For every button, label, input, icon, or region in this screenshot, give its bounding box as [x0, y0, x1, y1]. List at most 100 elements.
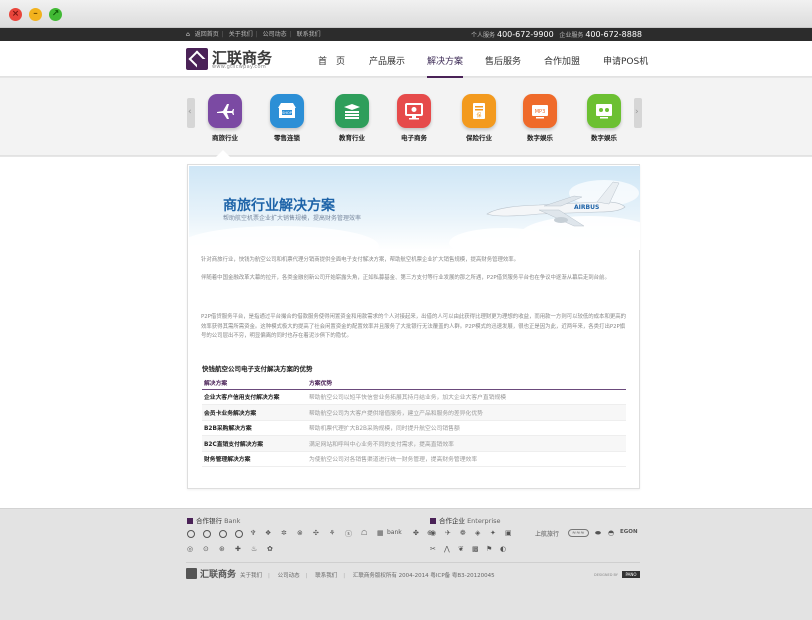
category-ecommerce[interactable]: 电子商务 [393, 94, 435, 142]
chevron-left-icon: ‹ [188, 107, 192, 117]
bank-logo-icon[interactable]: ⚘ [329, 529, 335, 537]
svg-text:保: 保 [476, 112, 481, 119]
category-next-button[interactable]: › [634, 98, 642, 128]
media-icon: MP3 [523, 94, 557, 128]
heading-marker-icon [430, 518, 436, 524]
footer-logo-text[interactable]: 汇联商务 [200, 567, 236, 580]
bank-logo-icon[interactable] [219, 530, 227, 538]
partner-logo-icon[interactable]: ⋀ [444, 545, 450, 553]
category-prev-button[interactable]: ‹ [187, 98, 195, 128]
category-digital-entertainment-2[interactable]: 数字娱乐 [583, 94, 625, 142]
nav-solutions[interactable]: 解决方案 [427, 54, 464, 78]
banks-heading: 合作银行 Bank [187, 515, 240, 525]
category-label: 电子商务 [401, 134, 427, 142]
game-icon [587, 94, 621, 128]
bank-logo-icon[interactable]: bank [387, 529, 402, 536]
bank-logo-icon[interactable] [235, 530, 243, 538]
top-link-contact[interactable]: 联系我们 [297, 31, 321, 38]
partner-logo-icon[interactable]: ⚑ [486, 545, 492, 553]
minimize-window-button[interactable]: – [29, 8, 42, 21]
bank-logo-icon[interactable]: ♨ [251, 545, 257, 553]
bank-logo-icon[interactable]: ▦ [377, 529, 384, 537]
bank-logo-icon[interactable]: ❖ [265, 529, 271, 537]
partner-logo-icon[interactable]: ❦ [458, 545, 464, 553]
bank-logo-icon[interactable]: ⊛ [219, 545, 225, 553]
partner-logo-icon[interactable]: ◉ [430, 529, 436, 537]
bank-logo-icon[interactable]: ♆ [250, 529, 256, 537]
category-education[interactable]: 教育行业 [331, 94, 373, 142]
bank-logo-icon[interactable]: ✚ [235, 545, 241, 553]
partner-logo-icon[interactable]: ▣ [505, 529, 512, 537]
partner-logo-icon[interactable]: ✈ [445, 529, 451, 537]
partner-logo-icon[interactable]: ✂ [430, 545, 436, 553]
intro-paragraph: 针对商旅行业，快钱为航空公司和机票代理分销商提供全面电子支付解决方案，帮助航空机… [201, 257, 520, 263]
nav-home[interactable]: 首 页 [318, 54, 345, 67]
partner-logo-shanghang[interactable]: 上航旅行 [535, 529, 559, 538]
partner-logo-icon[interactable]: ≈≈≈ [568, 529, 589, 537]
category-label: 数字娱乐 [591, 134, 617, 142]
footer-link-about[interactable]: 关于我们 [240, 573, 262, 579]
bank-logo-icon[interactable]: ☖ [361, 529, 367, 537]
footer-logo-icon [186, 568, 197, 579]
partner-logo-icon[interactable]: ◈ [475, 529, 480, 537]
phone2-number: 400-672-8888 [585, 30, 642, 39]
partner-logo-icon[interactable]: ❁ [460, 529, 466, 537]
designed-by-label: DESIGNED BY [594, 573, 618, 577]
bank-logo-icon[interactable] [187, 530, 195, 538]
nav-products[interactable]: 产品展示 [369, 54, 405, 67]
bank-logo-icon[interactable]: ◎ [187, 545, 193, 553]
top-link-home[interactable]: 返回首页 [195, 31, 219, 38]
footer-copyright: 汇联商务版权所有 2004-2014 粤ICP备 粤B3-20120045 [352, 573, 495, 579]
category-insurance[interactable]: 保 保险行业 [458, 94, 500, 142]
home-icon: ⌂ [186, 31, 190, 38]
partner-logo-icon[interactable]: ◓ [608, 529, 614, 537]
partner-logo-icon[interactable]: ▩ [472, 545, 479, 553]
phone2-label: 企业服务 [559, 32, 584, 39]
phone1-number: 400-672-9900 [496, 30, 554, 39]
table-header-solution: 解决方案 [202, 377, 307, 390]
table-row: 财务管理解决方案 为使航空公司对各销售渠道进行统一财务管理，提高财务管理效率 [202, 451, 626, 467]
book-icon [335, 94, 369, 128]
window-titlebar: × – ↗ [0, 0, 812, 28]
bank-logo-icon[interactable]: ⓢ [345, 529, 352, 539]
p2p-paragraph: P2P借贷服务平台，是指通过平台撮合的借款服务使得闲置资金和用款需求的个人对接起… [201, 314, 627, 339]
banner-subtitle: 帮助航空机票企业扩大销售规模，提高财务管理效率 [223, 215, 362, 222]
category-label: 保险行业 [466, 134, 492, 142]
table-row: 会员卡业务解决方案 帮助航空公司为大客户提供增值服务，建立产品和服务的差异化优势 [202, 404, 626, 421]
designer-badge[interactable]: PANO [622, 571, 640, 578]
site-footer [0, 508, 812, 620]
insurance-icon: 保 [462, 94, 496, 128]
bank-logo-icon[interactable] [203, 530, 211, 538]
partner-logo-egon[interactable]: EGON [620, 529, 638, 535]
category-label: 教育行业 [339, 134, 365, 142]
footer-link-news[interactable]: 公司动态 [278, 573, 300, 579]
bank-logo-icon[interactable]: ✲ [281, 529, 287, 537]
category-label: 商旅行业 [212, 134, 238, 142]
solutions-table: 解决方案 方案优势 企业大客户信用支付解决方案 帮助航空公司以短平快信誉业务拓展… [202, 377, 626, 467]
phone1-label: 个人服务 [471, 32, 496, 39]
nav-after-sales[interactable]: 售后服务 [485, 54, 521, 67]
partners-heading: 合作企业 Enterprise [430, 515, 501, 525]
nav-apply-pos[interactable]: 申请POS机 [603, 54, 648, 67]
airplane-image: AIRBUS [486, 181, 626, 227]
partner-logo-icon[interactable]: ◐ [500, 545, 506, 553]
table-row: B2C直销支付解决方案 满足网站和呼叫中心业务不同的支付需求，提高直销效率 [202, 435, 626, 452]
top-link-about[interactable]: 关于我们 [229, 31, 253, 38]
bank-logo-icon[interactable]: ⊙ [203, 545, 209, 553]
nav-join[interactable]: 合作加盟 [544, 54, 580, 67]
category-digital-entertainment[interactable]: MP3 数字娱乐 [519, 94, 561, 142]
bank-logo-icon[interactable]: ✤ [413, 529, 419, 537]
category-travel[interactable]: 商旅行业 [204, 94, 246, 142]
category-retail[interactable]: SHOP 零售连锁 [266, 94, 308, 142]
top-link-news[interactable]: 公司动态 [263, 31, 287, 38]
close-window-button[interactable]: × [9, 8, 22, 21]
bank-logo-icon[interactable]: ⊗ [297, 529, 303, 537]
bank-logo-icon[interactable]: ✿ [267, 545, 273, 553]
bank-logo-icon[interactable]: ✣ [313, 529, 319, 537]
service-phones: 个人服务 400-672-9900 企业服务 400-672-8888 [471, 28, 642, 42]
partner-logo-icon[interactable]: ⬬ [595, 529, 601, 538]
maximize-window-button[interactable]: ↗ [49, 8, 62, 21]
footer-link-contact[interactable]: 联系我们 [315, 573, 337, 579]
partner-logo-icon[interactable]: ✦ [490, 529, 496, 537]
category-label: 数字娱乐 [527, 134, 553, 142]
